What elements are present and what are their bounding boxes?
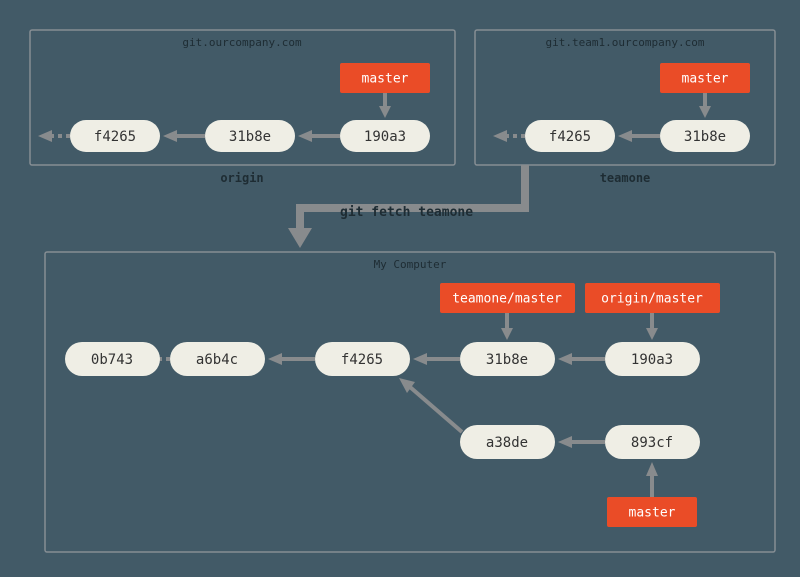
ref-label: master	[629, 506, 676, 521]
commit-hash: a6b4c	[196, 352, 238, 368]
arrow-head-icon	[558, 436, 572, 448]
big-arrow-head-icon	[288, 228, 312, 248]
local-ref-teamone: teamone/master	[440, 283, 575, 313]
arrow-head-icon	[493, 130, 507, 142]
commit-hash: a38de	[486, 435, 528, 451]
commit-hash: f4265	[341, 352, 383, 368]
origin-caption: origin	[220, 171, 263, 185]
arrow-head-icon	[38, 130, 52, 142]
origin-panel: git.ourcompany.com master 190a3 31b8e f4…	[30, 30, 455, 185]
teamone-host: git.team1.ourcompany.com	[546, 36, 705, 49]
origin-host: git.ourcompany.com	[182, 36, 302, 49]
local-commit-31b8e: 31b8e	[460, 342, 555, 376]
arrow-head-icon	[646, 328, 658, 340]
local-title: My Computer	[374, 258, 447, 271]
commit-hash: 190a3	[364, 129, 406, 145]
teamone-commit-2: 31b8e	[660, 120, 750, 152]
arrow-head-icon	[618, 130, 632, 142]
local-ref-master: master	[607, 497, 697, 527]
local-commit-190a3: 190a3	[605, 342, 700, 376]
ref-label: teamone/master	[452, 292, 562, 307]
ref-label: master	[682, 72, 729, 87]
arrow-head-icon	[379, 106, 391, 118]
teamone-commit-1: f4265	[525, 120, 615, 152]
local-ref-origin: origin/master	[585, 283, 720, 313]
arrow-head-icon	[163, 130, 177, 142]
teamone-ref-master: master	[660, 63, 750, 93]
origin-ref-master: master	[340, 63, 430, 93]
git-diagram: git.ourcompany.com master 190a3 31b8e f4…	[0, 0, 800, 577]
teamone-caption: teamone	[600, 171, 651, 185]
local-commit-a6b4c: a6b4c	[170, 342, 265, 376]
origin-commit-3: 190a3	[340, 120, 430, 152]
commit-hash: f4265	[549, 129, 591, 145]
local-commit-f4265: f4265	[315, 342, 410, 376]
fetch-command: git fetch teamone	[340, 205, 473, 220]
arrow	[410, 387, 462, 432]
big-arrow-path	[300, 165, 525, 232]
commit-hash: 893cf	[631, 435, 673, 451]
commit-hash: 31b8e	[684, 129, 726, 145]
origin-commit-2: 31b8e	[205, 120, 295, 152]
commit-hash: 31b8e	[486, 352, 528, 368]
ref-label: master	[362, 72, 409, 87]
origin-commit-1: f4265	[70, 120, 160, 152]
local-commit-0b743: 0b743	[65, 342, 160, 376]
local-panel: My Computer teamone/master origin/master…	[45, 252, 775, 552]
local-commit-a38de: a38de	[460, 425, 555, 459]
arrow-head-icon	[268, 353, 282, 365]
arrow-head-icon	[413, 353, 427, 365]
arrow-head-icon	[298, 130, 312, 142]
arrow-head-icon	[646, 462, 658, 476]
commit-hash: 31b8e	[229, 129, 271, 145]
teamone-panel: git.team1.ourcompany.com master 31b8e f4…	[475, 30, 775, 185]
arrow-head-icon	[558, 353, 572, 365]
ref-label: origin/master	[601, 292, 703, 307]
commit-hash: 0b743	[91, 352, 133, 368]
commit-hash: 190a3	[631, 352, 673, 368]
arrow-head-icon	[501, 328, 513, 340]
arrow-head-icon	[699, 106, 711, 118]
commit-hash: f4265	[94, 129, 136, 145]
local-commit-893cf: 893cf	[605, 425, 700, 459]
